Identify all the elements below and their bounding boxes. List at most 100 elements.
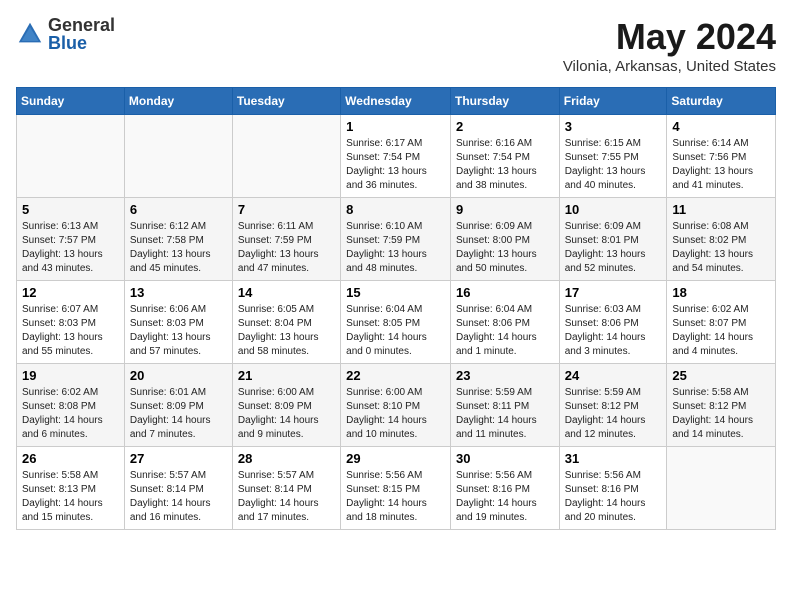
header-day-sunday: Sunday <box>17 88 125 115</box>
day-number: 20 <box>130 368 227 383</box>
day-cell: 8Sunrise: 6:10 AMSunset: 7:59 PMDaylight… <box>341 198 451 281</box>
day-cell: 15 Sunrise: 6:04 AMSunset: 8:05 PMDayligh… <box>341 281 451 364</box>
day-info: Sunrise: 5:56 AMSunset: 8:16 PMDaylight:… <box>565 469 662 525</box>
day-number: 18 <box>672 285 770 300</box>
day-info: Sunrise: 5:56 AMSunset: 8:16 PMDaylight:… <box>456 469 554 525</box>
logo-text: General Blue <box>48 16 115 52</box>
day-number: 12 <box>22 285 119 300</box>
day-number: 21 <box>238 368 335 383</box>
day-info: Sunrise: 5:59 AMSunset: 8:12 PMDaylight:… <box>565 386 662 442</box>
day-info: Sunrise: 6:08 AMSunset: 8:02 PMDaylight:… <box>672 220 770 276</box>
day-info: Sunrise: 6:06 AMSunset: 8:03 PMDaylight:… <box>130 303 227 359</box>
day-number: 26 <box>22 451 119 466</box>
title-block: May 2024 Vilonia, Arkansas, United State… <box>563 16 776 75</box>
day-cell: 29 Sunrise: 5:56 AMSunset: 8:15 PMDayligh… <box>341 447 451 530</box>
day-cell: 12Sunrise: 6:07 AMSunset: 8:03 PMDayligh… <box>17 281 125 364</box>
day-number: 27 <box>130 451 227 466</box>
week-row-2: 5Sunrise: 6:13 AMSunset: 7:57 PMDaylight… <box>17 198 776 281</box>
day-number: 25 <box>672 368 770 383</box>
day-number: 6 <box>130 202 227 217</box>
day-info: Sunrise: 6:01 AMSunset: 8:09 PMDaylight:… <box>130 386 227 442</box>
day-cell: 6 Sunrise: 6:12 AMSunset: 7:58 PMDaylight… <box>124 198 232 281</box>
day-cell: 14 Sunrise: 6:05 AMSunset: 8:04 PMDayligh… <box>232 281 340 364</box>
day-info: Sunrise: 5:59 AMSunset: 8:11 PMDaylight:… <box>456 386 554 442</box>
day-cell: 1 Sunrise: 6:17 AMSunset: 7:54 PMDaylight… <box>341 115 451 198</box>
day-number: 31 <box>565 451 662 466</box>
day-number: 4 <box>672 119 770 134</box>
day-info: Sunrise: 6:05 AMSunset: 8:04 PMDaylight:… <box>238 303 335 359</box>
logo-general: General <box>48 16 115 34</box>
day-cell: 11 Sunrise: 6:08 AMSunset: 8:02 PMDayligh… <box>667 198 776 281</box>
logo-blue: Blue <box>48 34 115 52</box>
day-number: 17 <box>565 285 662 300</box>
day-cell: 27Sunrise: 5:57 AMSunset: 8:14 PMDayligh… <box>124 447 232 530</box>
day-number: 14 <box>238 285 335 300</box>
day-info: Sunrise: 5:58 AMSunset: 8:13 PMDaylight:… <box>22 469 119 525</box>
day-cell: 16 Sunrise: 6:04 AMSunset: 8:06 PMDayligh… <box>450 281 559 364</box>
day-number: 10 <box>565 202 662 217</box>
day-number: 9 <box>456 202 554 217</box>
day-cell: 25 Sunrise: 5:58 AMSunset: 8:12 PMDayligh… <box>667 364 776 447</box>
day-info: Sunrise: 6:09 AMSunset: 8:01 PMDaylight:… <box>565 220 662 276</box>
day-info: Sunrise: 6:00 AMSunset: 8:10 PMDaylight:… <box>346 386 445 442</box>
header-row: SundayMondayTuesdayWednesdayThursdayFrid… <box>17 88 776 115</box>
day-info: Sunrise: 6:00 AMSunset: 8:09 PMDaylight:… <box>238 386 335 442</box>
header-day-wednesday: Wednesday <box>341 88 451 115</box>
day-number: 23 <box>456 368 554 383</box>
week-row-3: 12Sunrise: 6:07 AMSunset: 8:03 PMDayligh… <box>17 281 776 364</box>
location: Vilonia, Arkansas, United States <box>563 58 776 75</box>
day-number: 22 <box>346 368 445 383</box>
day-number: 16 <box>456 285 554 300</box>
day-info: Sunrise: 6:04 AMSunset: 8:05 PMDaylight:… <box>346 303 445 359</box>
day-number: 28 <box>238 451 335 466</box>
day-cell: 18Sunrise: 6:02 AMSunset: 8:07 PMDayligh… <box>667 281 776 364</box>
day-number: 15 <box>346 285 445 300</box>
day-cell: 9 Sunrise: 6:09 AMSunset: 8:00 PMDaylight… <box>450 198 559 281</box>
day-info: Sunrise: 6:03 AMSunset: 8:06 PMDaylight:… <box>565 303 662 359</box>
day-info: Sunrise: 5:56 AMSunset: 8:15 PMDaylight:… <box>346 469 445 525</box>
week-row-1: 1 Sunrise: 6:17 AMSunset: 7:54 PMDaylight… <box>17 115 776 198</box>
day-number: 29 <box>346 451 445 466</box>
logo: General Blue <box>16 16 115 52</box>
day-cell: 17 Sunrise: 6:03 AMSunset: 8:06 PMDayligh… <box>559 281 667 364</box>
day-cell: 13Sunrise: 6:06 AMSunset: 8:03 PMDayligh… <box>124 281 232 364</box>
day-info: Sunrise: 6:14 AMSunset: 7:56 PMDaylight:… <box>672 137 770 193</box>
day-cell: 31 Sunrise: 5:56 AMSunset: 8:16 PMDayligh… <box>559 447 667 530</box>
day-cell: 24Sunrise: 5:59 AMSunset: 8:12 PMDayligh… <box>559 364 667 447</box>
day-cell: 3Sunrise: 6:15 AMSunset: 7:55 PMDaylight… <box>559 115 667 198</box>
day-cell: 10 Sunrise: 6:09 AMSunset: 8:01 PMDayligh… <box>559 198 667 281</box>
day-cell: 23 Sunrise: 5:59 AMSunset: 8:11 PMDayligh… <box>450 364 559 447</box>
day-cell: 5Sunrise: 6:13 AMSunset: 7:57 PMDaylight… <box>17 198 125 281</box>
day-cell: 19 Sunrise: 6:02 AMSunset: 8:08 PMDayligh… <box>17 364 125 447</box>
day-cell <box>17 115 125 198</box>
day-info: Sunrise: 6:11 AMSunset: 7:59 PMDaylight:… <box>238 220 335 276</box>
day-number: 2 <box>456 119 554 134</box>
logo-icon <box>16 20 44 48</box>
day-cell: 30 Sunrise: 5:56 AMSunset: 8:16 PMDayligh… <box>450 447 559 530</box>
day-info: Sunrise: 5:58 AMSunset: 8:12 PMDaylight:… <box>672 386 770 442</box>
header-day-monday: Monday <box>124 88 232 115</box>
day-info: Sunrise: 6:09 AMSunset: 8:00 PMDaylight:… <box>456 220 554 276</box>
day-cell <box>124 115 232 198</box>
page-header: General Blue May 2024 Vilonia, Arkansas,… <box>16 16 776 75</box>
day-info: Sunrise: 6:04 AMSunset: 8:06 PMDaylight:… <box>456 303 554 359</box>
day-info: Sunrise: 6:02 AMSunset: 8:08 PMDaylight:… <box>22 386 119 442</box>
day-number: 11 <box>672 202 770 217</box>
day-cell: 22 Sunrise: 6:00 AMSunset: 8:10 PMDayligh… <box>341 364 451 447</box>
day-cell: 26 Sunrise: 5:58 AMSunset: 8:13 PMDayligh… <box>17 447 125 530</box>
day-info: Sunrise: 6:17 AMSunset: 7:54 PMDaylight:… <box>346 137 445 193</box>
day-number: 30 <box>456 451 554 466</box>
header-day-tuesday: Tuesday <box>232 88 340 115</box>
day-cell <box>667 447 776 530</box>
week-row-4: 19 Sunrise: 6:02 AMSunset: 8:08 PMDayligh… <box>17 364 776 447</box>
day-info: Sunrise: 6:12 AMSunset: 7:58 PMDaylight:… <box>130 220 227 276</box>
week-row-5: 26 Sunrise: 5:58 AMSunset: 8:13 PMDayligh… <box>17 447 776 530</box>
day-cell: 7Sunrise: 6:11 AMSunset: 7:59 PMDaylight… <box>232 198 340 281</box>
month-title: May 2024 <box>563 16 776 58</box>
day-number: 1 <box>346 119 445 134</box>
day-cell: 28Sunrise: 5:57 AMSunset: 8:14 PMDayligh… <box>232 447 340 530</box>
day-info: Sunrise: 6:13 AMSunset: 7:57 PMDaylight:… <box>22 220 119 276</box>
day-number: 19 <box>22 368 119 383</box>
day-cell: 20 Sunrise: 6:01 AMSunset: 8:09 PMDayligh… <box>124 364 232 447</box>
header-day-friday: Friday <box>559 88 667 115</box>
